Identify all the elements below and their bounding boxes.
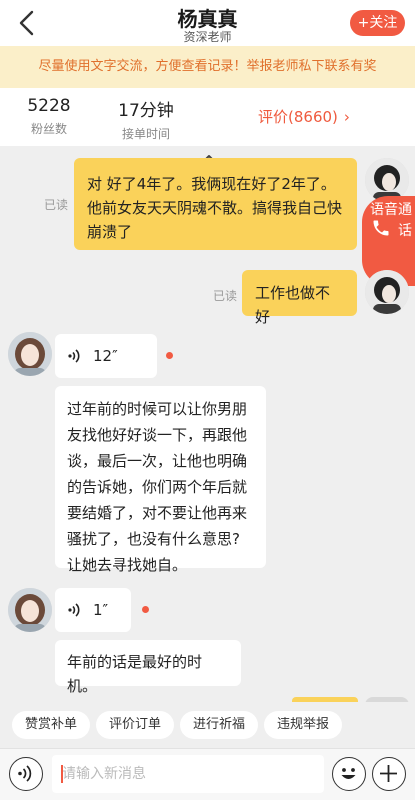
quick-actions: 赞赏补单 评价订单 进行祈福 违规举报 [0,702,415,748]
message-bubble-teacher[interactable]: 过年前的时候可以让你男朋友找他好好谈一下，再跟他谈，最后一次，让他也明确的告诉她… [55,386,266,574]
teacher-avatar-icon [8,588,52,632]
quick-action-tip[interactable]: 赞赏补单 [12,711,90,739]
stats-bar: 5228 粉丝数 17分钟 接单时间 评价(8660) › [0,88,415,146]
teacher-avatar-icon [8,332,52,376]
fans-label: 粉丝数 [30,122,67,136]
response-time-stat: 17分钟 接单时间 [118,96,174,142]
teacher-avatar[interactable] [8,332,52,376]
fans-stat: 5228 粉丝数 [22,96,76,137]
text-cursor [61,765,63,783]
plus-icon [380,765,397,782]
quick-action-bless[interactable]: 进行祈福 [180,711,258,739]
message-bubble-mine[interactable]: 工作也做不好 [242,270,357,326]
emoji-button[interactable] [332,757,366,791]
sound-wave-icon [68,349,80,363]
voice-message[interactable]: 1″ [55,588,131,632]
follow-button[interactable]: +关注 [350,10,405,36]
voice-input-button[interactable] [9,757,43,791]
user-avatar-icon [365,270,409,314]
read-status: 已读 [213,289,238,303]
chevron-right-icon: › [343,108,350,126]
header: 杨真真 资深老师 +关注 [0,0,415,46]
message-input[interactable] [52,755,324,793]
voice-message[interactable]: 12″ [55,334,157,378]
fans-count: 5228 [27,96,71,116]
quick-action-report[interactable]: 违规举报 [264,711,342,739]
unread-dot [142,606,149,613]
unread-dot [166,352,173,359]
quick-action-review[interactable]: 评价订单 [96,711,174,739]
voice-input-icon [18,765,32,782]
teacher-avatar[interactable] [8,588,52,632]
voice-duration: 12″ [93,347,118,365]
my-avatar[interactable] [365,270,409,314]
emoji-icon [341,768,356,779]
rating-link[interactable]: 评价(8660) › [258,106,350,127]
response-time: 17分钟 [118,101,174,121]
chat-area[interactable]: 已读 对 好了4年了。我俩现在好了2年了。他前女友天天阴魂不散。搞得我自己快崩溃… [0,146,415,702]
voice-call-label: 语音通话 [370,202,412,239]
voice-duration: 1″ [93,601,109,619]
input-bar [0,748,415,800]
add-button[interactable] [372,757,406,791]
response-time-label: 接单时间 [121,127,170,141]
notice-banner: 尽量使用文字交流，方便查看记录！举报老师私下联系有奖 [0,46,415,88]
sound-wave-icon [68,603,80,617]
message-bubble-teacher[interactable]: 年前的话是最好的时机。 [55,640,241,695]
rating-label: 评价(8660) [258,108,338,126]
read-status: 已读 [44,198,69,212]
message-bubble-mine[interactable]: 对 好了4年了。我俩现在好了2年了。他前女友天天阴魂不散。搞得我自己快崩溃了 [74,158,357,250]
